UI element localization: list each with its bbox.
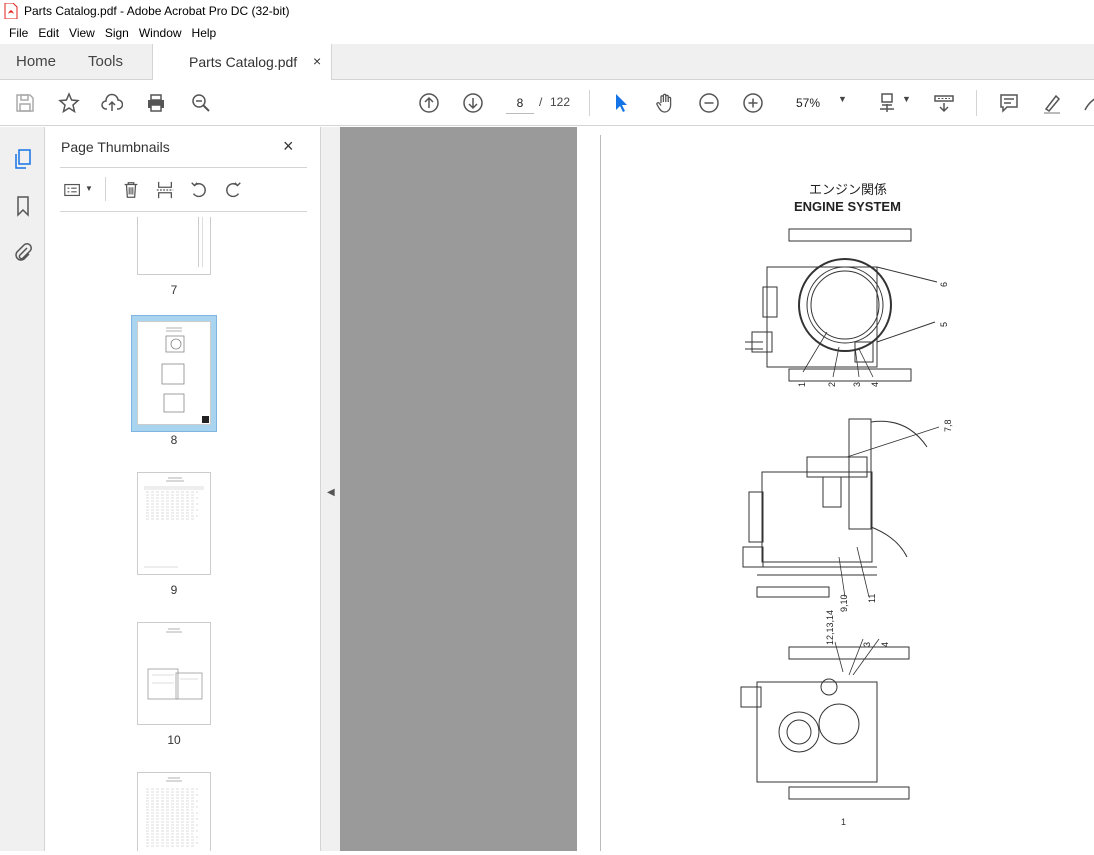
thumbnail-label: 10 <box>167 733 181 747</box>
chevron-down-icon[interactable]: ▼ <box>85 184 93 193</box>
tab-home[interactable]: Home <box>16 53 56 70</box>
page-thumbnail-8[interactable] <box>137 321 211 425</box>
previous-page-icon[interactable] <box>417 91 441 115</box>
page-fit-icon[interactable] <box>876 91 900 115</box>
page-thumbnails-icon[interactable] <box>11 147 35 171</box>
page-separator: / <box>539 95 543 109</box>
thumbnail-label: 7 <box>170 283 178 297</box>
callout-label: 6 <box>939 281 949 287</box>
page-total: 122 <box>550 95 571 109</box>
document-viewer[interactable]: エンジン関係 ENGINE SYSTEM 6 5 1 2 3 4 7,8 9,1… <box>340 127 1094 851</box>
pdf-page: エンジン関係 ENGINE SYSTEM 6 5 1 2 3 4 7,8 9,1… <box>577 127 1094 851</box>
panel-tool-divider <box>105 177 106 201</box>
document-tab-label: Parts Catalog.pdf <box>189 54 298 70</box>
tab-bar: Home Tools Parts Catalog.pdf × <box>0 44 1094 81</box>
hand-tool-icon[interactable] <box>653 91 677 115</box>
engine-diagram <box>740 228 940 800</box>
delete-page-icon[interactable] <box>119 179 143 201</box>
attachments-paperclip-icon[interactable] <box>11 240 35 264</box>
menu-bar: File Edit View Sign Window Help <box>0 22 1094 44</box>
collapse-panel-icon[interactable]: ◀ <box>327 487 335 498</box>
title-bar: Parts Catalog.pdf - Adobe Acrobat Pro DC… <box>0 0 1094 22</box>
extract-page-icon[interactable] <box>153 179 177 201</box>
callout-label: 12,13,14 <box>825 609 835 645</box>
tab-tools[interactable]: Tools <box>88 53 123 70</box>
callout-label: 4 <box>870 381 880 387</box>
menu-sign[interactable]: Sign <box>100 22 134 44</box>
page-thumbnail-11[interactable] <box>137 772 211 851</box>
menu-file[interactable]: File <box>4 22 33 44</box>
page-thumbnail-10[interactable] <box>137 622 211 725</box>
callout-label: 4 <box>880 641 890 647</box>
rotate-clockwise-icon[interactable] <box>221 179 245 201</box>
callout-label: 1 <box>797 381 807 387</box>
cloud-upload-icon[interactable] <box>100 91 124 115</box>
next-page-icon[interactable] <box>461 91 485 115</box>
menu-window[interactable]: Window <box>134 22 187 44</box>
document-tab[interactable]: Parts Catalog.pdf × <box>152 44 332 81</box>
chevron-down-icon[interactable]: ▼ <box>902 94 911 104</box>
save-icon[interactable] <box>13 91 37 115</box>
acrobat-pdf-icon <box>4 3 18 19</box>
select-cursor-icon[interactable] <box>609 91 633 115</box>
rotate-counterclockwise-icon[interactable] <box>187 179 211 201</box>
print-icon[interactable] <box>144 91 168 115</box>
main-toolbar: 8 / 122 57% ▼ ▼ <box>0 80 1094 126</box>
navigation-rail <box>0 127 45 851</box>
callout-label: 7,8 <box>943 419 953 432</box>
thumbnail-label: 8 <box>170 433 178 447</box>
toolbar-divider <box>589 90 590 116</box>
thumbnail-label: 9 <box>170 583 178 597</box>
star-bookmark-icon[interactable] <box>57 91 81 115</box>
close-panel-icon[interactable]: × <box>283 136 294 157</box>
menu-help[interactable]: Help <box>187 22 222 44</box>
callout-label: 3 <box>862 641 872 647</box>
panel-collapse-strip[interactable]: ◀ <box>320 127 340 851</box>
callout-label: 2 <box>827 381 837 387</box>
scroll-mode-icon[interactable] <box>932 91 956 115</box>
thumbnail-options-icon[interactable] <box>61 179 85 201</box>
page-footer-number: 1 <box>841 817 847 827</box>
zoom-search-icon[interactable] <box>189 91 213 115</box>
zoom-in-icon[interactable] <box>741 91 765 115</box>
callout-label: 9,10 <box>839 594 849 612</box>
menu-edit[interactable]: Edit <box>33 22 64 44</box>
highlight-pen-icon[interactable] <box>1040 91 1064 115</box>
page-thumbnails-panel: Page Thumbnails × ▼ 7 8 9 10 <box>45 127 358 851</box>
menu-view[interactable]: View <box>64 22 100 44</box>
zoom-out-icon[interactable] <box>697 91 721 115</box>
close-tab-icon[interactable]: × <box>313 53 321 69</box>
comment-icon[interactable] <box>997 91 1021 115</box>
panel-divider <box>60 211 307 212</box>
callout-label: 5 <box>939 321 949 327</box>
toolbar-divider <box>976 90 977 116</box>
page-thumbnail-9[interactable] <box>137 472 211 575</box>
draw-icon[interactable] <box>1080 91 1094 115</box>
callout-label: 3 <box>852 381 862 387</box>
window-title: Parts Catalog.pdf - Adobe Acrobat Pro DC… <box>24 4 290 18</box>
page-number-input[interactable]: 8 <box>506 92 534 114</box>
page-thumbnail-7[interactable] <box>137 217 211 275</box>
chevron-down-icon[interactable]: ▼ <box>838 94 847 104</box>
callout-label: 11 <box>867 593 877 603</box>
panel-divider <box>60 167 307 168</box>
panel-title: Page Thumbnails <box>61 139 170 155</box>
bookmarks-icon[interactable] <box>11 194 35 218</box>
